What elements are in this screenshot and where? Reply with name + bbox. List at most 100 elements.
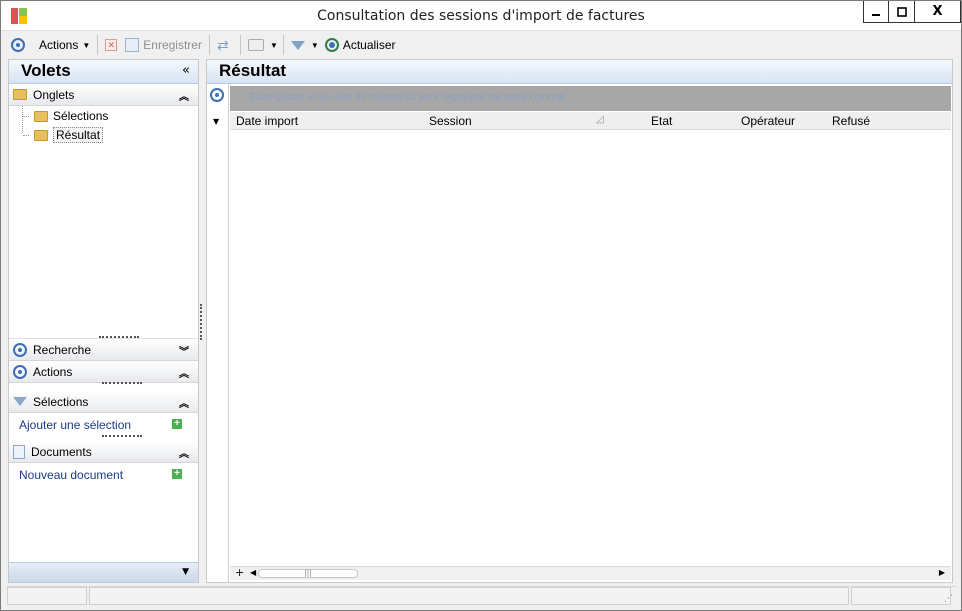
chevron-down-icon: ▼: [269, 40, 278, 50]
maximize-button[interactable]: [889, 1, 915, 23]
side-panel-title: Volets: [21, 61, 71, 80]
target-icon: [13, 364, 27, 379]
close-icon: X: [932, 4, 943, 19]
refresh-label: Actualiser: [342, 38, 396, 52]
document-icon: [13, 444, 25, 459]
result-panel: Résultat ▼ Faire glisser un en-tête de c…: [206, 59, 953, 583]
resize-grip[interactable]: [99, 336, 139, 338]
toolbar-separator: [208, 35, 210, 55]
tree-item-selections[interactable]: Sélections: [23, 109, 108, 123]
status-cell: [89, 587, 849, 605]
side-panel-header: Volets «: [9, 60, 198, 84]
section-search[interactable]: Recherche ︾: [9, 339, 198, 361]
save-button[interactable]: Enregistrer: [121, 34, 206, 56]
tree-connector: [23, 115, 29, 117]
horizontal-scrollbar[interactable]: + ◀ ||| ▶: [230, 566, 951, 580]
collapse-chevron-icon[interactable]: ︽: [179, 365, 189, 380]
collapse-panel-icon[interactable]: «: [182, 63, 190, 78]
section-documents-label: Documents: [31, 444, 92, 459]
target-icon: [11, 38, 25, 52]
section-documents[interactable]: Documents ︽: [9, 441, 198, 463]
tree-item-result[interactable]: Résultat: [23, 127, 104, 143]
add-icon[interactable]: +: [172, 469, 182, 479]
chevron-down-icon: ▼: [310, 40, 319, 50]
side-panel-footer[interactable]: ▼: [9, 562, 198, 582]
expand-chevron-icon[interactable]: ︾: [179, 343, 189, 358]
refresh-icon: [324, 38, 339, 52]
filter-options-dropdown[interactable]: ▼: [309, 34, 321, 56]
section-selections[interactable]: Sélections ︽: [9, 391, 198, 413]
printer-icon: [247, 39, 264, 51]
minimize-button[interactable]: [863, 1, 889, 23]
add-selection-link[interactable]: Ajouter une sélection +: [9, 413, 198, 437]
sort-indicator-icon: ◿: [596, 114, 604, 125]
folder-icon: [34, 110, 48, 122]
sync-button[interactable]: ⇄: [213, 34, 237, 56]
new-document-link[interactable]: Nouveau document +: [9, 463, 198, 487]
grid-column-headers: Date import Session ◿ Etat Opérateur Ref…: [230, 112, 951, 130]
toolbar-separator: [97, 35, 99, 55]
minimize-icon: [872, 13, 880, 16]
add-selection-label: Ajouter une sélection: [19, 418, 132, 432]
column-header-etat[interactable]: Etat: [651, 114, 672, 128]
toolbar-separator: [282, 35, 284, 55]
print-button[interactable]: [244, 34, 268, 56]
collapse-chevron-icon[interactable]: ︽: [179, 395, 189, 410]
scrollbar-thumb[interactable]: |||: [258, 569, 358, 578]
target-icon: [13, 342, 27, 357]
filter-button[interactable]: [287, 34, 309, 56]
section-tabs[interactable]: Onglets ︽: [9, 84, 198, 106]
toolbar: Actions ▼ ✕ Enregistrer ⇄ ▼ ▼ Actualiser: [7, 32, 957, 58]
scroll-left-icon[interactable]: ◀: [250, 568, 256, 577]
column-header-date-import[interactable]: Date import: [236, 114, 298, 128]
section-actions[interactable]: Actions ︽: [9, 361, 198, 384]
toolbar-home-button[interactable]: [7, 34, 29, 56]
close-button[interactable]: X: [915, 1, 961, 23]
print-options-dropdown[interactable]: ▼: [268, 34, 280, 56]
cancel-button[interactable]: ✕: [101, 34, 121, 56]
toolbar-separator: [239, 35, 241, 55]
actions-menu-button[interactable]: Actions ▼: [35, 34, 94, 56]
collapse-chevron-icon[interactable]: ︽: [179, 445, 189, 460]
target-icon[interactable]: [210, 88, 224, 102]
section-selections-label: Sélections: [33, 394, 89, 409]
group-by-hint: Faire glisser un en-tête de colonne ici …: [250, 92, 565, 103]
chevron-down-icon[interactable]: ▼: [182, 567, 189, 577]
tree-item-label: Sélections: [53, 109, 109, 123]
result-title: Résultat: [219, 61, 287, 80]
save-label: Enregistrer: [143, 38, 202, 52]
refresh-button[interactable]: Actualiser: [321, 34, 400, 56]
add-icon[interactable]: +: [172, 419, 182, 429]
column-header-operateur[interactable]: Opérateur: [741, 114, 795, 128]
status-cell: [851, 587, 951, 605]
column-header-session[interactable]: Session: [429, 114, 472, 128]
resize-grip-icon[interactable]: ⋰: [944, 594, 953, 604]
resize-grip[interactable]: [102, 435, 142, 437]
resize-grip[interactable]: [102, 382, 142, 384]
status-cell: [7, 587, 87, 605]
save-icon: [125, 38, 140, 52]
tree-connector: [23, 134, 29, 136]
panel-splitter[interactable]: [200, 304, 202, 340]
sync-icon: ⇄: [216, 37, 229, 53]
window-title: Consultation des sessions d'import de fa…: [317, 8, 645, 24]
collapse-chevron-icon[interactable]: ︽: [179, 88, 189, 103]
open-folder-icon: [34, 129, 48, 141]
filter-icon: [13, 397, 27, 406]
scroll-right-icon[interactable]: ▶: [939, 568, 945, 577]
maximize-icon: [896, 6, 907, 17]
column-header-refuse[interactable]: Refusé: [832, 114, 870, 128]
folder-icon: [13, 89, 27, 100]
tree-item-label: Résultat: [53, 127, 104, 143]
section-actions-label: Actions: [33, 364, 73, 379]
result-header: Résultat: [207, 60, 952, 84]
chevron-down-icon[interactable]: ▼: [213, 117, 219, 126]
expand-icon[interactable]: +: [235, 566, 244, 579]
filter-icon: [290, 40, 305, 50]
actions-menu-label: Actions: [39, 38, 79, 52]
tabs-tree: Sélections Résultat: [9, 106, 198, 339]
section-search-label: Recherche: [33, 342, 92, 357]
group-by-area[interactable]: Faire glisser un en-tête de colonne ici …: [230, 86, 951, 111]
grid-row-selector-strip: ▼: [207, 85, 229, 582]
